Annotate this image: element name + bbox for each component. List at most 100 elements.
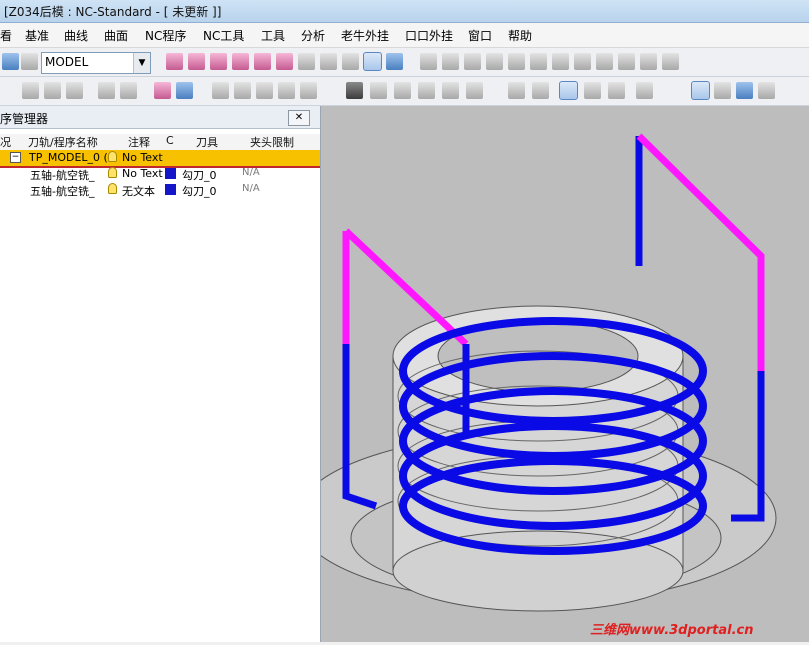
column-name[interactable]: 刀轨/程序名称 bbox=[28, 134, 98, 150]
toolbar-view bbox=[0, 77, 809, 106]
row-note: No Text bbox=[122, 167, 163, 180]
offset-icon[interactable] bbox=[298, 53, 315, 70]
wireframe-icon[interactable] bbox=[559, 81, 578, 100]
table-row[interactable]: 五轴-航空铣_ 无文本 勾刀_0 N/A bbox=[0, 182, 320, 198]
menu-nc-tool[interactable]: NC工具 bbox=[203, 27, 244, 44]
row-name: TP_MODEL_0 ( bbox=[29, 151, 108, 164]
chamfer-icon[interactable] bbox=[618, 53, 635, 70]
table-icon[interactable] bbox=[44, 82, 61, 99]
close-icon[interactable]: ✕ bbox=[288, 110, 310, 126]
view-left-icon[interactable] bbox=[418, 82, 435, 99]
cut-icon[interactable] bbox=[530, 53, 547, 70]
chevron-down-icon[interactable]: ▼ bbox=[133, 53, 150, 73]
redo-icon[interactable] bbox=[21, 53, 38, 70]
lightbulb-icon bbox=[108, 183, 117, 194]
circle-icon[interactable] bbox=[464, 53, 481, 70]
export-icon[interactable] bbox=[758, 82, 775, 99]
menu-analysis[interactable]: 分析 bbox=[301, 27, 325, 44]
stack-icon[interactable] bbox=[120, 82, 137, 99]
model-combo[interactable]: MODEL ▼ bbox=[41, 52, 151, 74]
copy-icon[interactable] bbox=[98, 82, 115, 99]
watermark: 三维网www.3dportal.cn bbox=[590, 623, 754, 638]
column-c[interactable]: C bbox=[166, 134, 174, 150]
menu-surface[interactable]: 曲面 bbox=[104, 27, 128, 44]
analyze-icon[interactable] bbox=[662, 53, 679, 70]
cursor-icon[interactable] bbox=[188, 53, 205, 70]
view-iso-icon[interactable] bbox=[466, 82, 483, 99]
curve-icon[interactable] bbox=[210, 53, 227, 70]
menu-help[interactable]: 帮助 bbox=[508, 27, 532, 44]
title-bar: [Z034后模 : NC-Standard - [ 未更新 ]] bbox=[0, 0, 809, 23]
surface-icon[interactable] bbox=[232, 53, 249, 70]
print-icon[interactable] bbox=[691, 81, 710, 100]
menu-bar: 看 基准 曲线 曲面 NC程序 NC工具 工具 分析 老牛外挂 口口外挂 窗口 … bbox=[0, 23, 809, 48]
plane-icon[interactable] bbox=[342, 53, 359, 70]
measure-icon[interactable] bbox=[640, 53, 657, 70]
hidden-line-icon[interactable] bbox=[584, 82, 601, 99]
view-front-icon[interactable] bbox=[346, 82, 363, 99]
menu-window[interactable]: 窗口 bbox=[468, 27, 492, 44]
model-combo-value: MODEL bbox=[45, 55, 89, 69]
table-row[interactable]: 五轴-航空铣_ No Text 勾刀_0 N/A bbox=[0, 166, 320, 182]
rotate-icon[interactable] bbox=[278, 82, 295, 99]
collapse-icon[interactable]: − bbox=[10, 152, 21, 163]
line-icon[interactable] bbox=[420, 53, 437, 70]
lightbulb-icon bbox=[108, 167, 117, 178]
arc-icon[interactable] bbox=[442, 53, 459, 70]
menu-view[interactable]: 看 bbox=[0, 27, 12, 44]
row-name: 五轴-航空铣_ bbox=[30, 185, 95, 198]
layer-icon[interactable] bbox=[166, 53, 183, 70]
view-back-icon[interactable] bbox=[370, 82, 387, 99]
column-holder-limit[interactable]: 夹头限制 bbox=[250, 134, 294, 150]
hide-icon[interactable] bbox=[22, 82, 39, 99]
viewport-canvas[interactable] bbox=[295, 106, 809, 642]
panel-title: 序管理器 bbox=[0, 112, 49, 126]
filter-icon[interactable] bbox=[154, 82, 171, 99]
menu-tools[interactable]: 工具 bbox=[261, 27, 285, 44]
row-tool: 勾刀_0 bbox=[182, 169, 217, 182]
menu-datum[interactable]: 基准 bbox=[25, 27, 49, 44]
zoom-fit-icon[interactable] bbox=[176, 82, 193, 99]
menu-nc-program[interactable]: NC程序 bbox=[145, 27, 186, 44]
project-icon[interactable] bbox=[320, 53, 337, 70]
spline-icon[interactable] bbox=[486, 53, 503, 70]
trim-icon[interactable] bbox=[276, 53, 293, 70]
column-tool[interactable]: 刀具 bbox=[196, 134, 218, 150]
dimension-icon[interactable] bbox=[66, 82, 83, 99]
color-swatch bbox=[165, 168, 176, 179]
panel-header: 序管理器 ✕ bbox=[0, 106, 320, 129]
display-icon[interactable] bbox=[636, 82, 653, 99]
column-note[interactable]: 注释 bbox=[128, 134, 150, 150]
window-title: [Z034后模 : NC-Standard - [ 未更新 ]] bbox=[4, 5, 222, 19]
extend-icon[interactable] bbox=[574, 53, 591, 70]
list-icon[interactable] bbox=[714, 82, 731, 99]
row-tool: 勾刀_0 bbox=[182, 185, 217, 198]
view-right-icon[interactable] bbox=[442, 82, 459, 99]
snap-icon[interactable] bbox=[386, 53, 403, 70]
shaded-icon[interactable] bbox=[300, 82, 317, 99]
align-icon[interactable] bbox=[552, 53, 569, 70]
menu-koukou-plugin[interactable]: 口口外挂 bbox=[405, 27, 453, 44]
pan-icon[interactable] bbox=[256, 82, 273, 99]
section-icon[interactable] bbox=[532, 82, 549, 99]
program-manager-panel: 序管理器 ✕ 况 刀轨/程序名称 注释 C 刀具 夹头限制 − TP_MODEL… bbox=[0, 106, 321, 642]
report-icon[interactable] bbox=[736, 82, 753, 99]
view-top-icon[interactable] bbox=[394, 82, 411, 99]
fillet-icon[interactable] bbox=[596, 53, 613, 70]
zoom-window-icon[interactable] bbox=[212, 82, 229, 99]
row-note: 无文本 bbox=[122, 185, 155, 198]
graphics-viewport[interactable] bbox=[295, 106, 809, 642]
undo-icon[interactable] bbox=[2, 53, 19, 70]
column-status[interactable]: 况 bbox=[0, 134, 11, 150]
menu-laoniu-plugin[interactable]: 老牛外挂 bbox=[341, 27, 389, 44]
lightbulb-icon bbox=[108, 151, 117, 162]
zoom-icon[interactable] bbox=[234, 82, 251, 99]
render-icon[interactable] bbox=[608, 82, 625, 99]
tool-icon[interactable] bbox=[508, 82, 525, 99]
row-note: No Text bbox=[122, 151, 163, 164]
sketch-icon[interactable] bbox=[363, 52, 382, 71]
row-limit: N/A bbox=[242, 183, 260, 194]
mirror-icon[interactable] bbox=[254, 53, 271, 70]
point-icon[interactable] bbox=[508, 53, 525, 70]
menu-curve[interactable]: 曲线 bbox=[64, 27, 88, 44]
